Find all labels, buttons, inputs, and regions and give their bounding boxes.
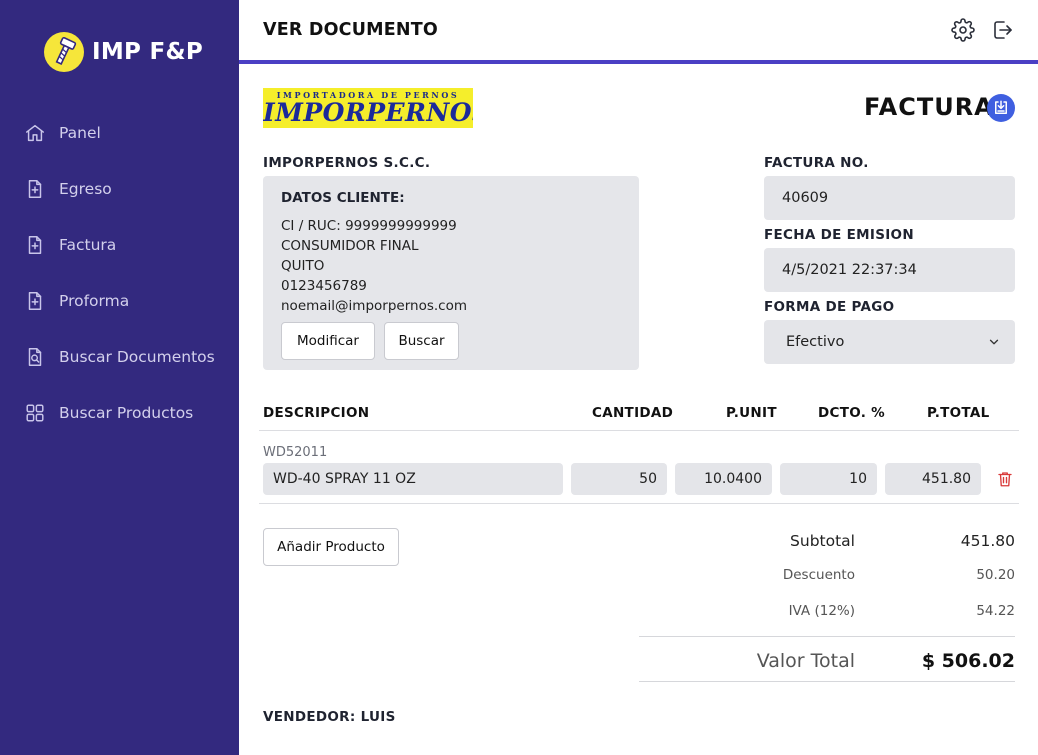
sidebar-item-label: Buscar Documentos [59,348,215,366]
client-data-card: DATOS CLIENTE: CI / RUC: 9999999999999 C… [263,176,639,370]
document-plus-icon [28,236,42,254]
page-title: VER DOCUMENTO [263,20,438,40]
vendor-name: LUIS [360,709,396,725]
column-header-description: DESCRIPCION [263,405,370,421]
trash-icon[interactable] [996,470,1014,488]
sidebar: IMP F&P Panel Egreso Factura Proforma Bu… [0,0,239,755]
vendor: VENDEDOR: LUIS [263,709,396,725]
payment-method-value: Efectivo [786,334,845,350]
company-logo: IMPORTADORA DE PERNOS IMPORPERNOS [263,88,473,128]
search-client-button[interactable]: Buscar [384,322,459,360]
sidebar-item-panel[interactable]: Panel [0,105,239,161]
client-name: CONSUMIDOR FINAL [281,238,419,254]
discount-value: 50.20 [976,567,1015,583]
subtotal-label: Subtotal [790,532,855,550]
sidebar-item-label: Factura [59,236,117,254]
document-plus-icon [28,292,42,310]
payment-method-label: FORMA DE PAGO [764,299,895,315]
sidebar-item-label: Buscar Productos [59,404,194,422]
logout-icon[interactable] [991,18,1015,42]
document-search-icon [28,348,42,366]
column-header-unit-price: P.UNIT [726,405,777,421]
sidebar-item-label: Panel [59,124,101,142]
company-name: IMPORPERNOS S.C.C. [263,155,431,171]
sidebar-item-factura[interactable]: Factura [0,217,239,273]
invoice-number-value: 40609 [782,190,829,206]
logo-wordmark: IMPORPERNOS [263,98,473,127]
document-type-title: FACTURA [864,93,994,121]
discount-label: Descuento [782,567,855,583]
sidebar-item-buscar-productos[interactable]: Buscar Productos [0,385,239,441]
sidebar-item-label: Egreso [59,180,112,198]
top-header: VER DOCUMENTO [239,0,1038,64]
issue-date-label: FECHA DE EMISION [764,227,914,243]
table-divider [259,503,1019,504]
client-city: QUITO [281,258,325,274]
product-total-field: 451.80 [885,463,981,495]
column-header-discount: DCTO. % [818,405,885,421]
add-product-button[interactable]: Añadir Producto [263,528,399,566]
home-icon [26,124,44,142]
vendor-label: VENDEDOR: [263,709,356,725]
product-code: WD52011 [263,445,328,460]
column-header-quantity: CANTIDAD [592,405,674,421]
sidebar-item-proforma[interactable]: Proforma [0,273,239,329]
product-description-field[interactable]: WD-40 SPRAY 11 OZ [263,463,563,495]
grand-total-value: $ 506.02 [921,650,1015,672]
invoice-number-label: FACTURA NO. [764,155,869,171]
brand-name: IMP F&P [92,39,204,65]
grid-icon [26,404,44,422]
client-ci-ruc: CI / RUC: 9999999999999 [281,218,457,234]
document-plus-icon [28,180,42,198]
totals-divider [639,636,1015,637]
invoice-number-field[interactable]: 40609 [764,176,1015,220]
sidebar-nav: Panel Egreso Factura Proforma Buscar Doc… [0,105,239,441]
brand[interactable]: IMP F&P [44,32,203,72]
issue-date-field[interactable]: 4/5/2021 22:37:34 [764,248,1015,292]
modify-client-button[interactable]: Modificar [281,322,375,360]
iva-value: 54.22 [976,603,1015,619]
iva-label: IVA (12%) [788,603,855,619]
download-icon[interactable] [987,94,1015,122]
client-email: noemail@imporpernos.com [281,298,467,314]
product-quantity-field[interactable]: 50 [571,463,667,495]
issue-date-value: 4/5/2021 22:37:34 [782,262,917,278]
sidebar-item-label: Proforma [59,292,130,310]
chevron-down-icon [989,339,999,345]
table-divider [259,430,1019,431]
sidebar-item-buscar-documentos[interactable]: Buscar Documentos [0,329,239,385]
column-header-total: P.TOTAL [927,405,990,421]
sidebar-item-egreso[interactable]: Egreso [0,161,239,217]
client-phone: 0123456789 [281,278,367,294]
subtotal-value: 451.80 [960,532,1015,550]
payment-method-select[interactable]: Efectivo [764,320,1015,364]
gear-icon[interactable] [951,18,975,42]
product-discount-field[interactable]: 10 [780,463,877,495]
client-title: DATOS CLIENTE: [281,190,405,206]
document-view: IMPORTADORA DE PERNOS IMPORPERNOS FACTUR… [239,64,1038,755]
grand-total-label: Valor Total [756,650,855,672]
product-unit-price-field[interactable]: 10.0400 [675,463,772,495]
bolt-icon [44,32,84,72]
totals-divider [639,681,1015,682]
